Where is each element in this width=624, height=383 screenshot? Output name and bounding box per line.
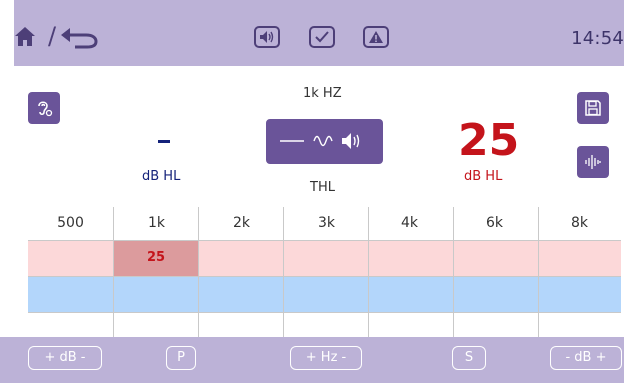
left-rail <box>0 66 14 351</box>
warning-icon <box>368 30 384 44</box>
tone-wave-icon <box>278 130 370 152</box>
db-adjust-button[interactable]: + dB - <box>28 346 102 370</box>
divider <box>28 312 621 313</box>
p-button[interactable]: P <box>166 346 196 370</box>
left-unit: dB HL <box>142 169 181 184</box>
divider <box>28 276 621 277</box>
selected-cell[interactable]: 25 <box>114 240 198 276</box>
left-ear-row <box>28 276 621 312</box>
column-header-4k[interactable]: 4k <box>381 207 438 240</box>
threshold-value: 25 <box>458 115 520 166</box>
save-icon <box>584 99 602 117</box>
save-button[interactable] <box>577 92 609 124</box>
hz-adjust-button[interactable]: + Hz - <box>290 346 362 370</box>
frequency-label: 1k HZ <box>303 86 342 101</box>
column-header-500[interactable]: 500 <box>42 207 99 240</box>
divider <box>113 207 114 337</box>
ear-icon <box>34 98 54 118</box>
warning-button[interactable] <box>363 26 389 48</box>
left-value <box>158 140 170 143</box>
divider <box>198 207 199 337</box>
column-header-1k[interactable]: 1k <box>128 207 185 240</box>
speaker-icon <box>258 30 276 44</box>
breadcrumb-separator: / <box>48 22 57 50</box>
clock: 14:54 <box>571 28 624 49</box>
column-header-8k[interactable]: 8k <box>551 207 608 240</box>
audiogram-table: 25 500 1k 2k 3k 4k 6k 8k <box>28 207 621 337</box>
waveform-icon <box>584 153 602 171</box>
divider <box>368 207 369 337</box>
column-header-3k[interactable]: 3k <box>298 207 355 240</box>
stimulus-label: THL <box>310 180 335 195</box>
divider <box>28 240 621 241</box>
stimulus-button[interactable] <box>266 119 383 164</box>
ear-button[interactable] <box>28 92 60 124</box>
divider <box>453 207 454 337</box>
s-button[interactable]: S <box>452 346 486 370</box>
check-icon <box>314 30 330 44</box>
column-header-2k[interactable]: 2k <box>213 207 270 240</box>
column-header-6k[interactable]: 6k <box>466 207 523 240</box>
check-button[interactable] <box>309 26 335 48</box>
divider <box>283 207 284 337</box>
waveform-button[interactable] <box>577 146 609 178</box>
home-icon[interactable] <box>14 25 36 49</box>
empty-row <box>28 312 621 337</box>
speaker-button[interactable] <box>254 26 280 48</box>
back-icon[interactable] <box>60 27 100 49</box>
threshold-unit: dB HL <box>464 169 503 184</box>
db-adjust-button-2[interactable]: - dB + <box>550 346 622 370</box>
divider <box>538 207 539 337</box>
